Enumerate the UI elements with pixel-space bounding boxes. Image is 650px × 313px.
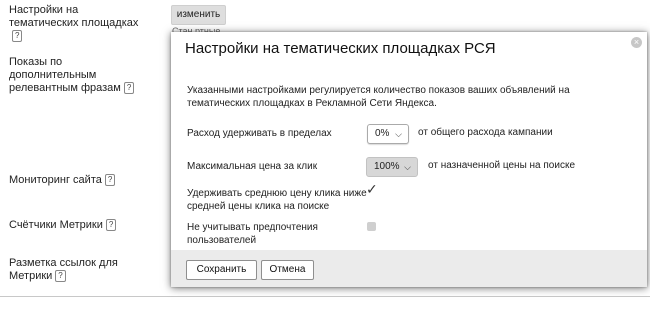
close-icon[interactable]: × (631, 37, 642, 48)
cancel-button[interactable]: Отмена (261, 260, 314, 280)
max-price-label: Максимальная цена за клик (187, 161, 318, 172)
max-price-value: 100% (374, 161, 400, 172)
max-price-suffix: от назначенной цены на поиске (428, 160, 576, 171)
ignore-prefs-label: Не учитывать предпочтения пользователей (187, 222, 318, 246)
keep-avg-price-label: Удерживать среднюю цену клика ниже средн… (187, 188, 367, 212)
spend-limit-label: Расход удерживать в пределах (187, 128, 332, 139)
settings-label: Счётчики Метрики (9, 219, 103, 231)
rsya-settings-dialog: Настройки на тематических площадках РСЯ … (171, 32, 647, 287)
spend-limit-value: 0% (375, 128, 390, 139)
dialog-footer: Сохранить Отмена (171, 250, 647, 287)
settings-row-monitoring: Мониторинг сайта? (9, 174, 159, 187)
spend-limit-suffix: от общего расхода кампании (418, 127, 553, 138)
settings-row-thematic: Настройки на тематических площадках? (9, 4, 149, 43)
help-icon[interactable]: ? (123, 82, 135, 94)
dialog-description: Указанными настройками регулируется коли… (187, 85, 570, 109)
ignore-prefs-checkbox[interactable] (367, 222, 376, 231)
chevron-down-icon: ⌵ (404, 162, 411, 172)
settings-label: Мониторинг сайта (9, 174, 102, 186)
settings-row-extra-phrases: Показы по дополнительным релевантным фра… (9, 56, 149, 95)
change-button[interactable]: изменить (171, 5, 226, 25)
help-icon[interactable]: ? (104, 174, 116, 186)
chevron-down-icon: ⌵ (395, 129, 402, 139)
settings-row-link-markup: Разметка ссылок для Метрики? (9, 257, 119, 283)
spend-limit-select[interactable]: 0% ⌵ (367, 124, 409, 144)
settings-label: Показы по дополнительным релевантным фра… (9, 56, 121, 94)
help-icon[interactable]: ? (12, 30, 23, 42)
keep-avg-price-checkbox[interactable]: ✓ (366, 181, 378, 198)
help-icon[interactable]: ? (105, 219, 117, 231)
save-button[interactable]: Сохранить (186, 260, 257, 280)
dialog-title: Настройки на тематических площадках РСЯ (185, 40, 496, 57)
max-price-select[interactable]: 100% ⌵ (366, 157, 418, 177)
help-icon[interactable]: ? (55, 270, 66, 282)
settings-row-metrika-counters: Счётчики Метрики? (9, 219, 159, 232)
bottom-divider (0, 296, 650, 297)
settings-label: Настройки на тематических площадках (9, 4, 139, 29)
